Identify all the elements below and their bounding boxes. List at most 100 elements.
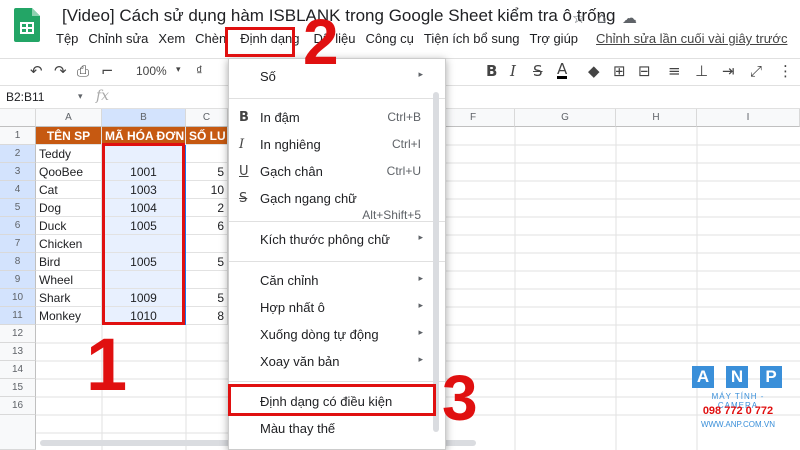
column-header[interactable]: B — [102, 109, 186, 127]
italic-icon: I — [239, 137, 245, 152]
undo-icon[interactable]: ↶ — [30, 62, 43, 80]
menu-view[interactable]: Xem — [158, 31, 185, 51]
star-icon[interactable]: ☆ — [572, 9, 585, 27]
submenu-arrow-icon: ▸ — [418, 232, 423, 242]
app-window: [Video] Cách sử dụng hàm ISBLANK trong G… — [0, 0, 800, 450]
more-options-icon[interactable]: ⋮ — [778, 62, 793, 80]
menu-item-label: Xoay văn bản — [260, 354, 340, 369]
column-header[interactable]: A — [36, 109, 102, 127]
anp-letter: P — [760, 366, 782, 388]
menu-item-label: Gạch ngang chữ — [260, 191, 357, 206]
strikethrough-icon[interactable]: S — [533, 62, 543, 80]
vertical-align-icon[interactable]: ⊥ — [695, 62, 708, 80]
bold-icon[interactable]: B — [486, 62, 497, 80]
name-box[interactable]: B2:B11 — [6, 90, 44, 104]
row-header[interactable]: 10 — [0, 289, 36, 307]
menu-item-label: Gạch chân — [260, 164, 323, 179]
move-folder-icon[interactable]: ⌂ — [597, 9, 607, 27]
print-icon[interactable]: ⎙ — [77, 62, 89, 80]
row-header[interactable]: 15 — [0, 379, 36, 397]
annotation-box-format-menu — [225, 27, 295, 57]
row-header[interactable]: 9 — [0, 271, 36, 289]
name-box-dropdown-icon[interactable]: ▾ — [78, 91, 83, 102]
text-wrap-icon[interactable]: ⇥ — [722, 62, 735, 80]
row-header[interactable]: 1 — [0, 127, 36, 145]
anp-letter: N — [726, 366, 748, 388]
column-header[interactable]: I — [697, 109, 800, 127]
menu-shortcut: Ctrl+B — [387, 110, 421, 124]
menu-divider — [229, 98, 445, 99]
menu-insert[interactable]: Chèn — [195, 31, 226, 51]
row-header[interactable]: 12 — [0, 325, 36, 343]
row-header[interactable]: 2 — [0, 145, 36, 163]
anp-phone: 098 772 0 772 — [702, 405, 774, 417]
row-header[interactable]: 16 — [0, 397, 36, 415]
menu-item-label: Số — [260, 69, 276, 84]
text-color-icon[interactable]: A — [557, 62, 568, 79]
horizontal-align-icon[interactable]: ≡ — [668, 62, 681, 80]
text-rotate-icon[interactable]: ⤢ — [750, 62, 762, 80]
anp-letter: A — [692, 366, 714, 388]
bold-icon: B — [239, 110, 249, 125]
menu-divider — [229, 221, 445, 222]
sheets-logo-icon[interactable] — [14, 8, 40, 42]
step-number-3: 3 — [442, 362, 478, 434]
last-edit-link[interactable]: Chỉnh sửa lần cuối vài giây trước — [596, 31, 787, 51]
cloud-status-icon[interactable]: ☁ — [622, 9, 637, 27]
menu-item-label: Căn chỉnh — [260, 273, 319, 288]
menu-file[interactable]: Tệp — [56, 31, 78, 51]
menu-shortcut: Ctrl+I — [391, 137, 421, 151]
fx-icon: fx — [96, 88, 110, 104]
zoom-select[interactable]: 100% — [136, 64, 167, 78]
italic-icon[interactable]: I — [510, 62, 516, 80]
submenu-arrow-icon: ▸ — [418, 354, 423, 364]
row-header[interactable]: 5 — [0, 199, 36, 217]
menu-help[interactable]: Trợ giúp — [530, 31, 579, 51]
menu-edit[interactable]: Chỉnh sửa — [88, 31, 148, 51]
row-header[interactable]: 8 — [0, 253, 36, 271]
zoom-dropdown-icon[interactable]: ▾ — [176, 64, 181, 75]
submenu-arrow-icon: ▸ — [418, 69, 423, 79]
menu-item-label: Xuống dòng tự động — [260, 327, 379, 342]
column-header[interactable]: F — [446, 109, 515, 127]
menu-item-label: Màu thay thế — [260, 421, 336, 436]
document-title[interactable]: [Video] Cách sử dụng hàm ISBLANK trong G… — [62, 6, 616, 26]
column-header[interactable]: C — [186, 109, 228, 127]
row-header[interactable]: 3 — [0, 163, 36, 181]
menu-item-label: In nghiêng — [260, 137, 321, 152]
menu-tools[interactable]: Công cụ — [365, 31, 413, 51]
row-header[interactable]: 4 — [0, 181, 36, 199]
step-number-1: 1 — [86, 323, 128, 406]
menu-bar: Tệp Chỉnh sửa Xem Chèn Định dạng Dữ liệu… — [56, 31, 797, 51]
column-header[interactable]: H — [616, 109, 697, 127]
menu-item-label: In đậm — [260, 110, 300, 125]
annotation-box-conditional-formatting — [228, 384, 436, 416]
select-all-corner[interactable] — [0, 109, 36, 127]
anp-website: WWW.ANP.COM.VN — [700, 420, 776, 429]
row-header-filler — [0, 415, 36, 450]
menu-addons[interactable]: Tiện ích bổ sung — [424, 31, 520, 51]
anp-watermark: A N P MÁY TÍNH - CAMERA 098 772 0 772 WW… — [690, 366, 790, 446]
row-header[interactable]: 11 — [0, 307, 36, 325]
redo-icon[interactable]: ↷ — [54, 62, 67, 80]
column-header[interactable]: G — [515, 109, 616, 127]
row-header[interactable]: 13 — [0, 343, 36, 361]
paint-format-icon[interactable]: ⌐ — [101, 62, 114, 80]
currency-button[interactable]: ₫ — [196, 63, 203, 78]
fill-color-icon[interactable]: ◆ — [588, 62, 600, 80]
menu-scrollbar[interactable] — [433, 92, 439, 432]
row-header[interactable]: 14 — [0, 361, 36, 379]
submenu-arrow-icon: ▸ — [418, 273, 423, 283]
annotation-box-selection — [102, 143, 185, 325]
merge-cells-icon[interactable]: ⊟ — [638, 62, 651, 80]
row-header[interactable]: 7 — [0, 235, 36, 253]
menu-shortcut: Ctrl+U — [386, 164, 421, 178]
row-header[interactable]: 6 — [0, 217, 36, 235]
menu-shortcut: Alt+Shift+5 — [362, 208, 421, 222]
submenu-arrow-icon: ▸ — [418, 300, 423, 310]
menu-item-label: Kích thước phông chữ — [260, 232, 390, 247]
borders-icon[interactable]: ⊞ — [613, 62, 626, 80]
menu-divider — [229, 381, 445, 382]
submenu-arrow-icon: ▸ — [418, 327, 423, 337]
menu-item-label: Hợp nhất ô — [260, 300, 325, 315]
